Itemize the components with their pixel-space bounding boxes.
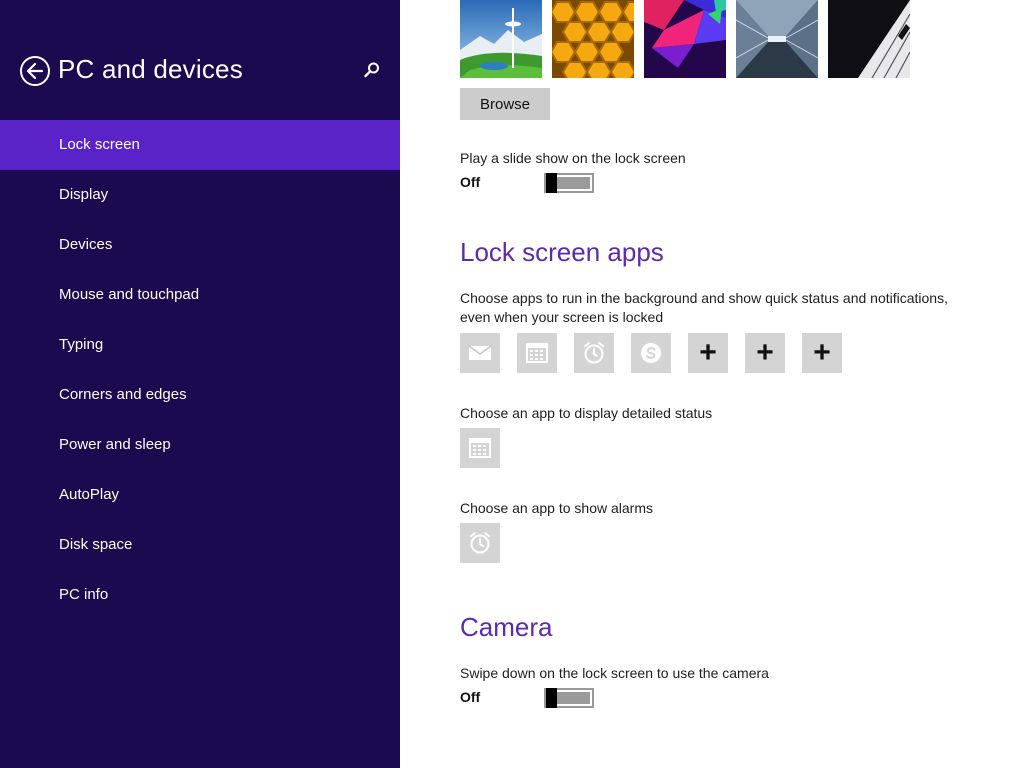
- sidebar-nav: Lock screen Display Devices Mouse and to…: [0, 120, 400, 620]
- sidebar-item-autoplay[interactable]: AutoPlay: [0, 470, 400, 520]
- toggle-track: [557, 177, 590, 189]
- toggle-knob: [546, 173, 557, 193]
- plus-icon: +: [813, 336, 831, 369]
- lock-screen-apps-description: Choose apps to run in the background and…: [460, 290, 948, 325]
- camera-heading: Camera: [460, 612, 553, 642]
- detailed-status-app[interactable]: [460, 428, 500, 468]
- thumbnail-piano[interactable]: [828, 0, 910, 78]
- lock-app-add-1[interactable]: +: [688, 333, 728, 373]
- toggle-track: [557, 692, 590, 704]
- lock-app-add-3[interactable]: +: [802, 333, 842, 373]
- alarm-icon: [470, 532, 490, 554]
- browse-button[interactable]: Browse: [460, 88, 550, 120]
- alarms-app[interactable]: [460, 523, 500, 563]
- sidebar: PC and devices Lock screen Display Devic…: [0, 0, 400, 768]
- page-title: PC and devices: [58, 54, 243, 84]
- toggle-knob: [546, 688, 557, 708]
- slideshow-label: Play a slide show on the lock screen: [460, 150, 686, 166]
- alarms-label: Choose an app to show alarms: [460, 500, 653, 516]
- camera-label: Swipe down on the lock screen to use the…: [460, 665, 769, 681]
- lock-app-skype[interactable]: [631, 333, 671, 373]
- search-icon: [364, 62, 379, 78]
- back-arrow-icon: [26, 62, 44, 80]
- search-button[interactable]: [362, 60, 382, 80]
- camera-state-text: Off: [460, 689, 481, 705]
- sidebar-item-power-and-sleep[interactable]: Power and sleep: [0, 420, 400, 470]
- slideshow-toggle[interactable]: [544, 173, 594, 193]
- sidebar-item-devices[interactable]: Devices: [0, 220, 400, 270]
- sidebar-item-mouse-and-touchpad[interactable]: Mouse and touchpad: [0, 270, 400, 320]
- skype-icon: [641, 343, 661, 363]
- slideshow-state-text: Off: [460, 174, 481, 190]
- main-content: Browse Play a slide show on the lock scr…: [400, 0, 1024, 768]
- calendar-icon: [469, 438, 491, 458]
- lock-app-alarms[interactable]: [574, 333, 614, 373]
- sidebar-item-corners-and-edges[interactable]: Corners and edges: [0, 370, 400, 420]
- lock-app-add-2[interactable]: +: [745, 333, 785, 373]
- lock-app-calendar[interactable]: [517, 333, 557, 373]
- camera-toggle[interactable]: [544, 688, 594, 708]
- sidebar-item-display[interactable]: Display: [0, 170, 400, 220]
- plus-icon: +: [756, 336, 774, 369]
- alarm-icon: [584, 342, 604, 364]
- thumbnail-space-needle[interactable]: [460, 0, 542, 78]
- sidebar-item-lock-screen[interactable]: Lock screen: [0, 120, 400, 170]
- thumbnail-abstract-colors[interactable]: [644, 0, 726, 78]
- lock-app-mail[interactable]: [460, 333, 500, 373]
- mail-icon: [468, 345, 492, 360]
- plus-icon: +: [699, 336, 717, 369]
- thumbnail-tunnel[interactable]: [736, 0, 818, 78]
- lock-screen-apps-heading: Lock screen apps: [460, 237, 664, 267]
- sidebar-item-pc-info[interactable]: PC info: [0, 570, 400, 620]
- back-button[interactable]: [20, 56, 50, 86]
- thumbnail-honeycomb[interactable]: [552, 0, 634, 78]
- detailed-status-label: Choose an app to display detailed status: [460, 405, 713, 421]
- calendar-icon: [526, 343, 548, 363]
- sidebar-item-disk-space[interactable]: Disk space: [0, 520, 400, 570]
- sidebar-item-typing[interactable]: Typing: [0, 320, 400, 370]
